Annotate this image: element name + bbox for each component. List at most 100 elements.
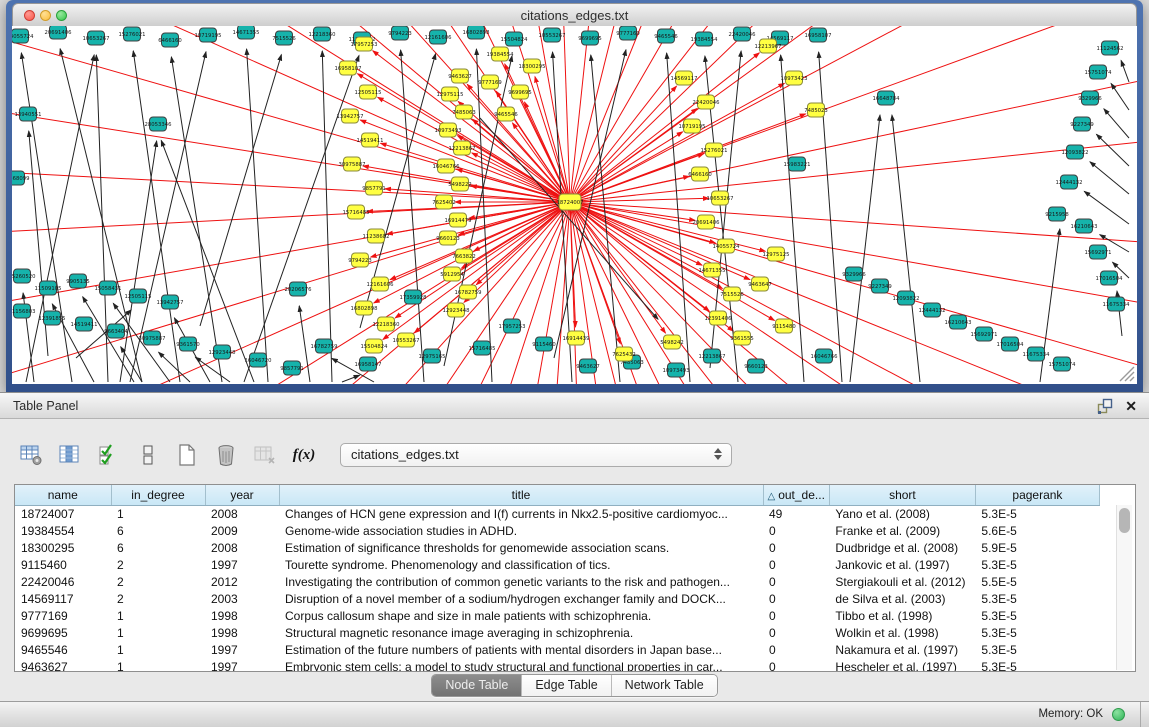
new-column-icon[interactable] bbox=[174, 442, 200, 468]
citation-edge-red[interactable] bbox=[570, 26, 1137, 202]
table-cell[interactable]: 6 bbox=[111, 539, 205, 556]
citation-edge-black[interactable] bbox=[819, 52, 842, 382]
citation-edge-black[interactable] bbox=[480, 118, 658, 319]
citation-edge-black[interactable] bbox=[476, 49, 492, 382]
show-columns-icon[interactable] bbox=[57, 442, 83, 468]
table-cell[interactable]: 1997 bbox=[205, 556, 279, 573]
table-cell[interactable]: 14569117 bbox=[15, 590, 111, 607]
table-cell[interactable]: 1998 bbox=[205, 624, 279, 641]
window-titlebar[interactable]: citations_edges.txt bbox=[12, 3, 1137, 28]
table-cell[interactable]: 5.9E-5 bbox=[975, 539, 1099, 556]
tab-network-table[interactable]: Network Table bbox=[611, 675, 717, 696]
table-cell[interactable]: Investigating the contribution of common… bbox=[279, 573, 763, 590]
table-row[interactable]: 1872400712008Changes of HCN gene express… bbox=[15, 505, 1099, 522]
table-cell[interactable]: 1 bbox=[111, 658, 205, 672]
table-cell[interactable]: 2008 bbox=[205, 539, 279, 556]
table-row[interactable]: 969969511998Structural magnetic resonanc… bbox=[15, 624, 1099, 641]
citation-edge-red[interactable] bbox=[570, 26, 1137, 202]
citation-edge-black[interactable] bbox=[247, 49, 268, 382]
table-cell[interactable]: Changes of HCN gene expression and I(f) … bbox=[279, 505, 763, 522]
table-row[interactable]: 2242004622012Investigating the contribut… bbox=[15, 573, 1099, 590]
table-cell[interactable]: 9699695 bbox=[15, 624, 111, 641]
table-cell[interactable]: Tibbo et al. (1998) bbox=[829, 607, 975, 624]
table-cell[interactable]: 0 bbox=[763, 641, 829, 658]
table-cell[interactable]: 5.3E-5 bbox=[975, 607, 1099, 624]
citation-edge-black[interactable] bbox=[159, 352, 190, 382]
citation-edge-red[interactable] bbox=[570, 26, 1137, 202]
table-cell[interactable]: 2009 bbox=[205, 522, 279, 539]
table-cell[interactable]: 0 bbox=[763, 590, 829, 607]
table-cell[interactable]: 2012 bbox=[205, 573, 279, 590]
citation-edge-red[interactable] bbox=[570, 86, 677, 202]
citation-edge-black[interactable] bbox=[892, 115, 920, 382]
table-row[interactable]: 1830029562008Estimation of significance … bbox=[15, 539, 1099, 556]
row-selection-icon[interactable] bbox=[96, 442, 122, 468]
table-cell[interactable]: Genome-wide association studies in ADHD. bbox=[279, 522, 763, 539]
table-row[interactable]: 977716911998Corpus callosum shape and si… bbox=[15, 607, 1099, 624]
citation-edge-black[interactable] bbox=[401, 50, 424, 382]
table-cell[interactable]: Estimation of the future numbers of pati… bbox=[279, 641, 763, 658]
table-cell[interactable]: 0 bbox=[763, 522, 829, 539]
citation-edge-black[interactable] bbox=[130, 52, 206, 382]
column-header-title[interactable]: title bbox=[279, 485, 763, 505]
table-row[interactable]: 946554611997Estimation of the future num… bbox=[15, 641, 1099, 658]
table-cell[interactable]: 49 bbox=[763, 505, 829, 522]
table-cell[interactable]: 18300295 bbox=[15, 539, 111, 556]
column-header-short[interactable]: short bbox=[829, 485, 975, 505]
table-cell[interactable]: Dudbridge et al. (2008) bbox=[829, 539, 975, 556]
citation-edge-red[interactable] bbox=[570, 66, 1137, 202]
table-cell[interactable]: 1997 bbox=[205, 641, 279, 658]
table-cell[interactable]: Tourette syndrome. Phenomenology and cla… bbox=[279, 556, 763, 573]
tab-node-table[interactable]: Node Table bbox=[432, 675, 521, 696]
citation-edge-black[interactable] bbox=[1111, 83, 1129, 110]
close-panel-icon[interactable]: ✕ bbox=[1125, 398, 1137, 414]
table-cell[interactable]: Corpus callosum shape and size in male p… bbox=[279, 607, 763, 624]
table-cell[interactable]: Stergiakouli et al. (2012) bbox=[829, 573, 975, 590]
delete-column-icon[interactable] bbox=[213, 442, 239, 468]
float-panel-icon[interactable] bbox=[1097, 398, 1113, 414]
table-cell[interactable]: 1 bbox=[111, 641, 205, 658]
table-cell[interactable]: 0 bbox=[763, 539, 829, 556]
table-cell[interactable]: Disruption of a novel member of a sodium… bbox=[279, 590, 763, 607]
table-cell[interactable]: 0 bbox=[763, 556, 829, 573]
table-cell[interactable]: Wolkin et al. (1998) bbox=[829, 624, 975, 641]
citation-edge-black[interactable] bbox=[60, 49, 142, 382]
table-cell[interactable]: 0 bbox=[763, 624, 829, 641]
table-cell[interactable]: 5.3E-5 bbox=[975, 505, 1099, 522]
citation-edge-black[interactable] bbox=[444, 56, 512, 366]
citation-edge-red[interactable] bbox=[570, 26, 1137, 202]
table-cell[interactable]: 6 bbox=[111, 522, 205, 539]
table-cell[interactable]: 2008 bbox=[205, 505, 279, 522]
table-cell[interactable]: 1997 bbox=[205, 658, 279, 672]
network-canvas[interactable]: 1405572420691406106532671527602164661601… bbox=[12, 26, 1137, 384]
table-cell[interactable]: 2 bbox=[111, 573, 205, 590]
citation-edge-black[interactable] bbox=[667, 53, 690, 382]
citation-edge-black[interactable] bbox=[244, 55, 359, 382]
table-cell[interactable]: Structural magnetic resonance image aver… bbox=[279, 624, 763, 641]
table-cell[interactable]: Hescheler et al. (1997) bbox=[829, 658, 975, 672]
table-cell[interactable]: 0 bbox=[763, 607, 829, 624]
column-header-out_de[interactable]: △out_de... bbox=[763, 485, 829, 505]
citation-edge-red[interactable] bbox=[512, 123, 570, 202]
table-row[interactable]: 1938455462009Genome-wide association stu… bbox=[15, 522, 1099, 539]
table-cell[interactable]: 5.3E-5 bbox=[975, 590, 1099, 607]
table-selector-dropdown[interactable]: citations_edges.txt bbox=[340, 443, 732, 467]
table-cell[interactable]: 9777169 bbox=[15, 607, 111, 624]
column-header-name[interactable]: name bbox=[15, 485, 111, 505]
citation-edge-black[interactable] bbox=[850, 115, 880, 382]
citation-edge-black[interactable] bbox=[200, 55, 281, 326]
citation-edge-red[interactable] bbox=[570, 53, 759, 202]
table-cell[interactable]: 5.3E-5 bbox=[975, 556, 1099, 573]
resize-grip-icon[interactable] bbox=[1116, 363, 1136, 383]
table-cell[interactable]: Nakamura et al. (1997) bbox=[829, 641, 975, 658]
citation-edge-red[interactable] bbox=[414, 202, 570, 333]
table-scrollbar[interactable] bbox=[1116, 505, 1132, 670]
table-cell[interactable]: Estimation of significance thresholds fo… bbox=[279, 539, 763, 556]
table-cell[interactable]: 9465546 bbox=[15, 641, 111, 658]
table-cell[interactable]: Yano et al. (2008) bbox=[829, 505, 975, 522]
citation-edge-black[interactable] bbox=[1090, 162, 1129, 194]
table-row[interactable]: 911546021997Tourette syndrome. Phenomeno… bbox=[15, 556, 1099, 573]
citation-network-graph[interactable]: 1405572420691406106532671527602164661601… bbox=[12, 26, 1137, 384]
table-row[interactable]: 1456911722003Disruption of a novel membe… bbox=[15, 590, 1099, 607]
column-header-year[interactable]: year bbox=[205, 485, 279, 505]
